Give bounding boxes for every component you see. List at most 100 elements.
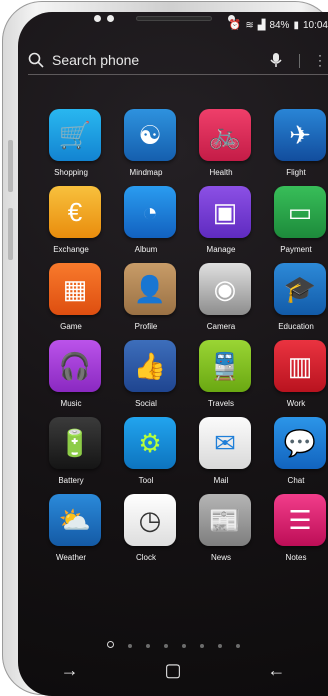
mindmap-head-icon[interactable]: ☯: [124, 109, 176, 161]
app-profile[interactable]: 👤 Profile: [111, 263, 181, 339]
thumbs-up-icon[interactable]: 👍: [124, 340, 176, 392]
shopping-cart-icon[interactable]: 🛒: [49, 109, 101, 161]
bank-card-icon[interactable]: ▭: [274, 186, 326, 238]
app-camera[interactable]: ◉ Camera: [186, 263, 256, 339]
newspaper-icon[interactable]: 📰: [199, 494, 251, 546]
app-payment[interactable]: ▭ Payment: [261, 186, 328, 262]
app-label: Social: [135, 399, 157, 408]
app-label: Profile: [134, 322, 158, 331]
signal-icon: ▟: [257, 20, 266, 31]
bicycle-icon[interactable]: 🚲: [199, 109, 251, 161]
app-label: Payment: [280, 245, 312, 254]
app-mail[interactable]: ✉ Mail: [186, 417, 256, 493]
album-photo-icon[interactable]: ◔: [124, 186, 176, 238]
app-row: 🔋 Battery ⚙ Tool ✉ Mail 💬 Chat: [36, 417, 328, 493]
navigation-bar: → ▢ ←: [18, 644, 328, 696]
app-label: Music: [60, 399, 82, 408]
sun-cloud-icon[interactable]: ⛅: [49, 494, 101, 546]
train-icon[interactable]: 🚆: [199, 340, 251, 392]
app-label: Game: [60, 322, 82, 331]
more-vert-icon[interactable]: · · ·: [318, 49, 322, 71]
recent-apps-icon[interactable]: →: [50, 660, 90, 681]
currency-exchange-icon[interactable]: €: [49, 186, 101, 238]
app-clock[interactable]: ◷ Clock: [111, 494, 181, 570]
app-label: Weather: [55, 553, 87, 562]
app-label: Exchange: [53, 245, 89, 254]
app-battery[interactable]: 🔋 Battery: [36, 417, 106, 493]
app-game[interactable]: ▦ Game: [36, 263, 106, 339]
app-label: News: [210, 553, 231, 562]
app-flight[interactable]: ✈ Flight: [261, 109, 328, 185]
mic-icon[interactable]: [270, 52, 282, 68]
app-chat[interactable]: 💬 Chat: [261, 417, 328, 493]
app-label: Battery: [58, 476, 84, 485]
search-divider: [299, 54, 300, 68]
app-label: Work: [286, 399, 306, 408]
app-notes[interactable]: ☰ Notes: [261, 494, 328, 570]
app-row: € Exchange ◔ Album ▣ Manage ▭ Payment: [36, 186, 328, 262]
manage-box-icon[interactable]: ▣: [199, 186, 251, 238]
app-label: Education: [278, 322, 314, 331]
app-label: Mail: [213, 476, 229, 485]
profile-person-icon[interactable]: 👤: [124, 263, 176, 315]
battery-icon: ▮: [293, 20, 299, 31]
app-row: 🎧 Music 👍 Social 🚆 Travels ▥ Work: [36, 340, 328, 416]
earpiece-speaker: [136, 16, 212, 21]
alarm-icon: ⏰: [228, 20, 242, 31]
app-label: Travels: [208, 399, 234, 408]
app-exchange[interactable]: € Exchange: [36, 186, 106, 262]
screen: ⏰ ≋ ▟ 84% ▮ 10:04 Search phone · · · 🛒 Sho…: [18, 12, 328, 696]
app-label: Album: [134, 245, 158, 254]
app-music[interactable]: 🎧 Music: [36, 340, 106, 416]
graduation-cap-icon[interactable]: 🎓: [274, 263, 326, 315]
back-icon[interactable]: ←: [256, 660, 296, 681]
app-manage[interactable]: ▣ Manage: [186, 186, 256, 262]
envelope-icon[interactable]: ✉: [199, 417, 251, 469]
app-album[interactable]: ◔ Album: [111, 186, 181, 262]
wifi-icon: ≋: [245, 20, 254, 31]
status-time: 10:04: [302, 20, 328, 31]
app-weather[interactable]: ⛅ Weather: [36, 494, 106, 570]
app-travels[interactable]: 🚆 Travels: [186, 340, 256, 416]
app-mindmap[interactable]: ☯ Mindmap: [111, 109, 181, 185]
app-row: ▦ Game 👤 Profile ◉ Camera 🎓 Education: [36, 263, 328, 339]
app-label: Shopping: [54, 168, 88, 177]
app-label: Mindmap: [129, 168, 163, 177]
gears-icon[interactable]: ⚙: [124, 417, 176, 469]
app-education[interactable]: 🎓 Education: [261, 263, 328, 339]
app-row: 🛒 Shopping ☯ Mindmap 🚲 Health ✈ Flight: [36, 109, 328, 185]
front-camera-dot: [94, 15, 101, 22]
notebook-icon[interactable]: ☰: [274, 494, 326, 546]
app-label: Notes: [285, 553, 307, 562]
volume-button: [8, 140, 13, 192]
airplane-icon[interactable]: ✈: [274, 109, 326, 161]
search-icon[interactable]: [28, 52, 44, 68]
app-tool[interactable]: ⚙ Tool: [111, 417, 181, 493]
clock-face-icon[interactable]: ◷: [124, 494, 176, 546]
app-label: Health: [209, 168, 233, 177]
app-label: Manage: [206, 245, 236, 254]
binders-icon[interactable]: ▥: [274, 340, 326, 392]
app-news[interactable]: 📰 News: [186, 494, 256, 570]
app-work[interactable]: ▥ Work: [261, 340, 328, 416]
status-bar: ⏰ ≋ ▟ 84% ▮ 10:04: [229, 20, 328, 31]
app-social[interactable]: 👍 Social: [111, 340, 181, 416]
search-input[interactable]: Search phone: [52, 52, 139, 68]
camera-lens-icon[interactable]: ◉: [199, 263, 251, 315]
app-label: Flight: [286, 168, 306, 177]
battery-charging-icon[interactable]: 🔋: [49, 417, 101, 469]
app-shopping[interactable]: 🛒 Shopping: [36, 109, 106, 185]
bixby-button: [8, 208, 13, 260]
blocks-game-icon[interactable]: ▦: [49, 263, 101, 315]
app-row: ⛅ Weather ◷ Clock 📰 News ☰ Notes: [36, 494, 328, 570]
headphones-icon[interactable]: 🎧: [49, 340, 101, 392]
app-label: Clock: [135, 553, 156, 562]
app-label: Tool: [138, 476, 154, 485]
home-icon[interactable]: ▢: [153, 660, 193, 681]
search-bar[interactable]: Search phone · · ·: [28, 46, 328, 75]
app-label: Camera: [206, 322, 236, 331]
battery-percent: 84%: [269, 20, 290, 31]
app-label: Chat: [287, 476, 305, 485]
app-health[interactable]: 🚲 Health: [186, 109, 256, 185]
speech-bubble-icon[interactable]: 💬: [274, 417, 326, 469]
